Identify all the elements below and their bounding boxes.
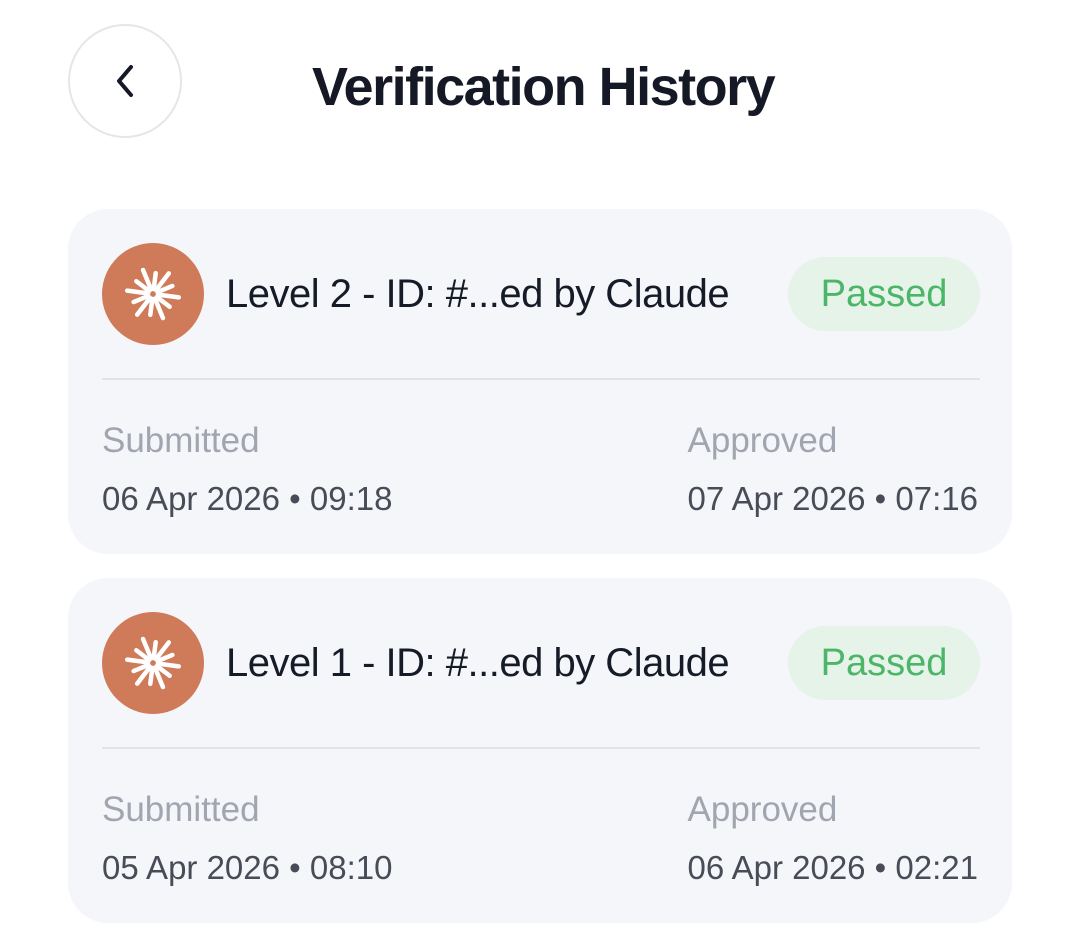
avatar xyxy=(102,612,204,714)
page-title: Verification History xyxy=(312,57,776,117)
back-button[interactable] xyxy=(68,24,182,138)
divider xyxy=(102,378,980,380)
approved-label: Approved xyxy=(687,790,838,829)
verification-card[interactable]: Level 1 - ID: #...ed by Claude Passed Su… xyxy=(68,578,1012,923)
verification-history-screen: Verification History Level 2 - ID: #...e… xyxy=(0,0,1080,938)
approved-section: Approved 07 Apr 2026 • 07:16 xyxy=(688,419,978,521)
verification-card[interactable]: Level 2 - ID: #...ed by Claude Passed Su… xyxy=(68,209,1012,554)
approved-label: Approved xyxy=(687,421,838,460)
verification-title: Level 1 - ID: #...ed by Claude xyxy=(226,641,730,685)
submitted-section: Submitted 05 Apr 2026 • 08:10 xyxy=(102,788,392,890)
card-header: Level 1 - ID: #...ed by Claude Passed xyxy=(102,612,980,714)
card-header: Level 2 - ID: #...ed by Claude Passed xyxy=(102,243,980,345)
chevron-left-icon xyxy=(117,65,133,97)
submitted-date: 05 Apr 2026 • 08:10 xyxy=(102,849,393,886)
verification-title: Level 2 - ID: #...ed by Claude xyxy=(226,272,730,316)
submitted-label: Submitted xyxy=(102,790,260,829)
sunburst-logo-icon xyxy=(124,267,182,321)
approved-date: 06 Apr 2026 • 02:21 xyxy=(687,849,978,886)
verification-history-list: Level 2 - ID: #...ed by Claude Passed Su… xyxy=(68,209,1012,938)
header: Verification History xyxy=(0,0,1080,170)
approved-section: Approved 06 Apr 2026 • 02:21 xyxy=(688,788,978,890)
submitted-label: Submitted xyxy=(102,421,260,460)
submitted-section: Submitted 06 Apr 2026 • 09:18 xyxy=(102,419,392,521)
status-badge: Passed xyxy=(788,626,980,700)
submitted-date: 06 Apr 2026 • 09:18 xyxy=(102,480,393,517)
divider xyxy=(102,747,980,749)
avatar xyxy=(102,243,204,345)
sunburst-logo-icon xyxy=(124,636,182,690)
approved-date: 07 Apr 2026 • 07:16 xyxy=(687,480,978,517)
status-badge: Passed xyxy=(788,257,980,331)
